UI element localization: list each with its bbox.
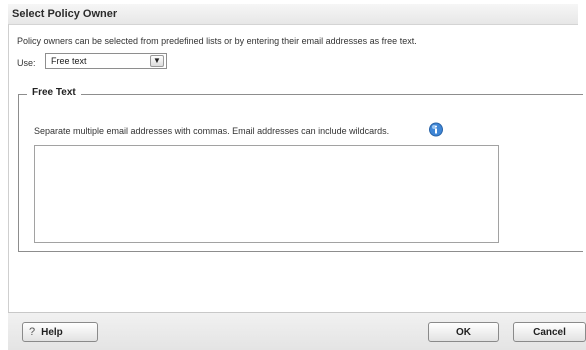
use-label: Use:: [17, 58, 36, 68]
use-select-value: Free text: [51, 56, 87, 66]
ok-button[interactable]: OK: [428, 322, 499, 342]
ok-button-label: OK: [456, 326, 471, 338]
cancel-button-label: Cancel: [533, 326, 566, 338]
dialog-left-border: [8, 24, 9, 316]
intro-text: Policy owners can be selected from prede…: [17, 36, 417, 46]
email-addresses-input[interactable]: [34, 145, 499, 243]
question-icon: ?: [29, 326, 36, 338]
help-button[interactable]: ? Help: [22, 322, 98, 342]
use-select[interactable]: Free text ▼: [45, 53, 167, 69]
dialog-titlebar: Select Policy Owner: [8, 4, 578, 25]
free-text-hint: Separate multiple email addresses with c…: [34, 126, 390, 136]
free-text-legend: Free Text: [27, 87, 81, 98]
dialog-title: Select Policy Owner: [12, 8, 118, 20]
cancel-button[interactable]: Cancel: [513, 322, 586, 342]
info-icon[interactable]: [428, 122, 444, 138]
chevron-down-icon[interactable]: ▼: [150, 55, 164, 67]
help-button-label: Help: [41, 326, 63, 338]
